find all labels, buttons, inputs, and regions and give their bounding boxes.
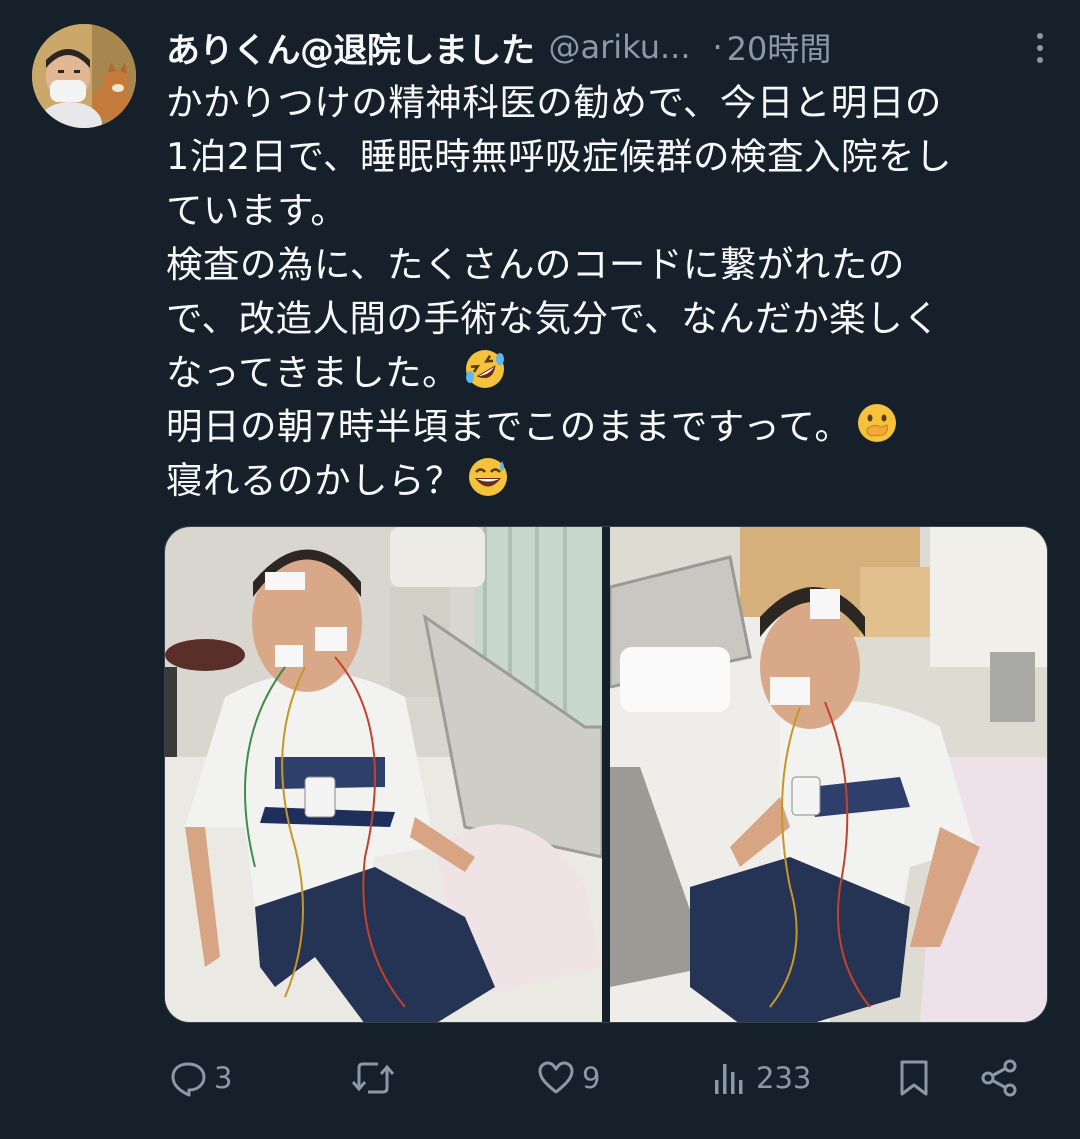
avatar[interactable] [32,24,136,128]
tweet-text-line-with-emoji: なってきました。 [166,346,1056,400]
tweet-header: ありくん@退院しました @ariku... · 20時間 [166,22,1060,72]
tweet-text-line: 1泊2日で、睡眠時無呼吸症候群の検査入院をし [166,135,952,178]
tweet-text-segment: なってきました。 [166,351,460,394]
views-count: 233 [756,1061,812,1095]
tweet[interactable]: ありくん@退院しました @ariku... · 20時間 かかりつけの精神科医の… [0,0,1080,1139]
tweet-text-segment: 明日の朝7時半頃までこのままですって。 [166,405,852,448]
user-handle[interactable]: @ariku... [549,28,691,66]
tweet-text-line-with-emoji: 明日の朝7時半頃までこのままですって。 [166,400,1056,454]
tweet-text-line: で、改造人間の手術な気分で、なんだか楽しく [166,297,941,340]
tweet-timestamp[interactable]: 20時間 [727,24,832,70]
hand-over-mouth-emoji-icon [858,404,897,442]
grinning-sweat-emoji-icon [469,458,507,496]
rolling-laughing-emoji-icon [466,350,505,388]
more-options-icon[interactable] [1028,28,1052,68]
views-icon [715,1064,743,1094]
share-icon [981,1059,1017,1097]
reply-icon [171,1062,206,1097]
hospital-photo-image [165,527,602,1022]
tweet-media[interactable] [164,526,1048,1023]
heart-icon [538,1061,574,1094]
photo-right[interactable] [610,527,1047,1022]
tweet-text: かかりつけの精神科医の勧めで、今日と明日の 1泊2日で、睡眠時無呼吸症候群の検査… [166,76,1056,508]
reply-button[interactable]: 3 [168,1048,232,1108]
tweet-text-segment: 寝れるのかしら？ [166,459,462,502]
views-button[interactable]: 233 [710,1048,811,1108]
retweet-icon [351,1062,395,1094]
bookmark-icon [900,1060,928,1096]
tweet-text-line: かかりつけの精神科医の勧めで、今日と明日の [166,81,942,124]
display-name[interactable]: ありくん@退院しました [166,23,535,72]
tweet-actions: 3 9 233 [164,1048,1044,1108]
avatar-image [32,24,136,128]
tweet-text-line: ています。 [166,189,348,232]
like-count: 9 [582,1061,601,1095]
photo-left[interactable] [165,527,602,1022]
tweet-text-line: 検査の為に、たくさんのコードに繋がれたの [166,243,905,286]
tweet-text-line-with-emoji: 寝れるのかしら？ [166,454,1056,508]
share-button[interactable] [978,1048,1022,1108]
retweet-button[interactable] [350,1048,402,1108]
hospital-photo-image [610,527,1047,1022]
reply-count: 3 [214,1061,233,1095]
like-button[interactable]: 9 [536,1048,600,1108]
bookmark-button[interactable] [894,1048,934,1108]
header-separator: · [712,28,723,66]
